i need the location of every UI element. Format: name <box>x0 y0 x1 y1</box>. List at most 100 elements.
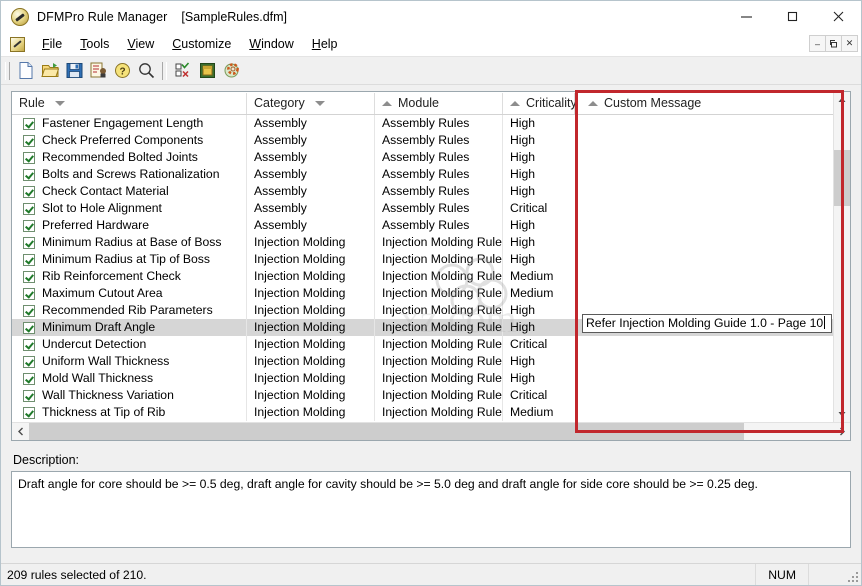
sort-descending-icon[interactable] <box>314 100 325 106</box>
table-row[interactable]: Check Preferred Components Assembly Assemb… <box>12 132 833 149</box>
window-maximize-button[interactable] <box>769 1 815 32</box>
rule-cell[interactable]: Bolts and Screws Rationalization <box>12 166 247 183</box>
table-row[interactable]: Undercut Detection Injection Molding Injec… <box>12 336 833 353</box>
rule-enabled-checkbox[interactable] <box>23 134 35 147</box>
rule-cell[interactable]: Wall Thickness Variation <box>12 387 247 404</box>
menu-item-tools[interactable]: Tools <box>71 35 118 53</box>
rule-cell[interactable]: Thickness at Tip of Rib <box>12 404 247 421</box>
table-row[interactable]: Uniform Wall Thickness Injection Molding I… <box>12 353 833 370</box>
table-row[interactable]: Wall Thickness Variation Injection Moldin… <box>12 387 833 404</box>
table-row[interactable]: Check Contact Material Assembly Assembly R… <box>12 183 833 200</box>
custom-message-input[interactable]: Refer Injection Molding Guide 1.0 - Page… <box>582 314 832 333</box>
sort-ascending-icon[interactable] <box>382 100 392 106</box>
rule-enabled-checkbox[interactable] <box>23 253 35 266</box>
rule-enabled-checkbox[interactable] <box>23 338 35 351</box>
table-row[interactable]: Minimum Radius at Tip of Boss Injection M… <box>12 251 833 268</box>
rule-cell[interactable]: Minimum Radius at Base of Boss <box>12 234 247 251</box>
scroll-down-arrow-icon[interactable] <box>834 406 850 422</box>
mdi-restore-button[interactable] <box>825 35 842 52</box>
rule-enabled-checkbox[interactable] <box>23 372 35 385</box>
rule-enabled-checkbox[interactable] <box>23 287 35 300</box>
sort-ascending-icon[interactable] <box>510 100 520 106</box>
rule-enabled-checkbox[interactable] <box>23 406 35 419</box>
horizontal-scroll-thumb[interactable] <box>29 423 744 440</box>
rule-cell[interactable]: Check Preferred Components <box>12 132 247 149</box>
rule-enabled-checkbox[interactable] <box>23 321 35 334</box>
table-row[interactable]: Minimum Radius at Base of Boss Injection … <box>12 234 833 251</box>
rule-checklist-icon[interactable] <box>171 59 195 82</box>
table-row[interactable]: Mold Wall Thickness Injection Molding Inje… <box>12 370 833 387</box>
rule-enabled-checkbox[interactable] <box>23 355 35 368</box>
rule-cell[interactable]: Undercut Detection <box>12 336 247 353</box>
toolbar-grip[interactable] <box>5 61 10 80</box>
rule-enabled-checkbox[interactable] <box>23 236 35 249</box>
rule-enabled-checkbox[interactable] <box>23 151 35 164</box>
scroll-right-arrow-icon[interactable] <box>833 423 850 440</box>
table-row[interactable]: Rib Reinforcement Check Injection Molding… <box>12 268 833 285</box>
menu-item-help[interactable]: Help <box>303 35 347 53</box>
search-magnifier-icon[interactable] <box>134 59 158 82</box>
mdi-close-button[interactable]: ✕ <box>841 35 858 52</box>
rule-enabled-checkbox[interactable] <box>23 219 35 232</box>
horizontal-scroll-track[interactable] <box>29 423 833 440</box>
menu-item-file[interactable]: File <box>33 35 71 53</box>
new-icon[interactable] <box>14 59 38 82</box>
grid-vertical-scrollbar[interactable] <box>833 92 850 422</box>
rule-enabled-checkbox[interactable] <box>23 185 35 198</box>
mdi-minimize-button[interactable]: – <box>809 35 826 52</box>
table-row[interactable]: Thickness at Tip of Rib Injection Molding… <box>12 404 833 421</box>
rule-enabled-checkbox[interactable] <box>23 117 35 130</box>
menu-item-customize[interactable]: Customize <box>163 35 240 53</box>
table-row[interactable]: Preferred Hardware Assembly Assembly Rules… <box>12 217 833 234</box>
column-header-module[interactable]: Module <box>375 92 503 114</box>
validate-rules-icon[interactable] <box>86 59 110 82</box>
save-floppy-icon[interactable] <box>62 59 86 82</box>
table-row[interactable]: Bolts and Screws Rationalization Assembly… <box>12 166 833 183</box>
column-header-criticality[interactable]: Criticality <box>503 92 577 114</box>
rule-enabled-checkbox[interactable] <box>23 389 35 402</box>
document-system-menu-icon[interactable] <box>10 36 25 52</box>
rule-cell[interactable]: Minimum Draft Angle <box>12 319 247 336</box>
settings-gear-icon[interactable] <box>219 59 243 82</box>
rule-cell[interactable]: Minimum Radius at Tip of Boss <box>12 251 247 268</box>
rule-enabled-checkbox[interactable] <box>23 168 35 181</box>
rule-cell[interactable]: Mold Wall Thickness <box>12 370 247 387</box>
rule-cell[interactable]: Preferred Hardware <box>12 217 247 234</box>
rule-enabled-checkbox[interactable] <box>23 304 35 317</box>
table-row[interactable]: Fastener Engagement Length Assembly Assemb… <box>12 115 833 132</box>
vertical-scroll-thumb[interactable] <box>834 150 850 206</box>
rule-cell[interactable]: Recommended Bolted Joints <box>12 149 247 166</box>
vertical-scroll-track[interactable] <box>834 108 850 406</box>
rule-cell[interactable]: Uniform Wall Thickness <box>12 353 247 370</box>
column-header-custom-message[interactable]: Custom Message <box>575 93 833 114</box>
scroll-up-arrow-icon[interactable] <box>834 92 850 108</box>
column-header-rule[interactable]: Rule <box>12 92 247 114</box>
window-minimize-button[interactable] <box>723 1 769 32</box>
window-close-button[interactable] <box>815 1 861 32</box>
description-textbox[interactable]: Draft angle for core should be >= 0.5 de… <box>11 471 851 548</box>
rule-enabled-checkbox[interactable] <box>23 202 35 215</box>
menu-item-window[interactable]: Window <box>240 35 302 53</box>
rule-enabled-checkbox[interactable] <box>23 270 35 283</box>
database-icon[interactable] <box>195 59 219 82</box>
rule-cell[interactable]: Maximum Cutout Area <box>12 285 247 302</box>
resize-grip-icon[interactable] <box>846 570 858 582</box>
rule-cell[interactable]: Check Contact Material <box>12 183 247 200</box>
rule-cell[interactable]: Rib Reinforcement Check <box>12 268 247 285</box>
status-message: 209 rules selected of 210. <box>7 567 147 582</box>
column-header-category[interactable]: Category <box>247 92 375 114</box>
menu-item-view[interactable]: View <box>118 35 163 53</box>
rule-cell[interactable]: Slot to Hole Alignment <box>12 200 247 217</box>
table-row[interactable]: Maximum Cutout Area Injection Molding Inje… <box>12 285 833 302</box>
table-row[interactable]: Recommended Bolted Joints Assembly Assembl… <box>12 149 833 166</box>
sort-descending-icon[interactable] <box>54 100 65 106</box>
grid-body-wrapper: Rule Category Module Criticality Custom … <box>12 92 850 422</box>
rule-cell[interactable]: Fastener Engagement Length <box>12 115 247 132</box>
grid-horizontal-scrollbar[interactable] <box>12 422 850 440</box>
rule-cell[interactable]: Recommended Rib Parameters <box>12 302 247 319</box>
table-row[interactable]: Slot to Hole Alignment Assembly Assembly R… <box>12 200 833 217</box>
help-question-icon[interactable]: ? <box>110 59 134 82</box>
sort-ascending-icon[interactable] <box>588 100 598 106</box>
scroll-left-arrow-icon[interactable] <box>12 423 29 440</box>
open-folder-icon[interactable] <box>38 59 62 82</box>
